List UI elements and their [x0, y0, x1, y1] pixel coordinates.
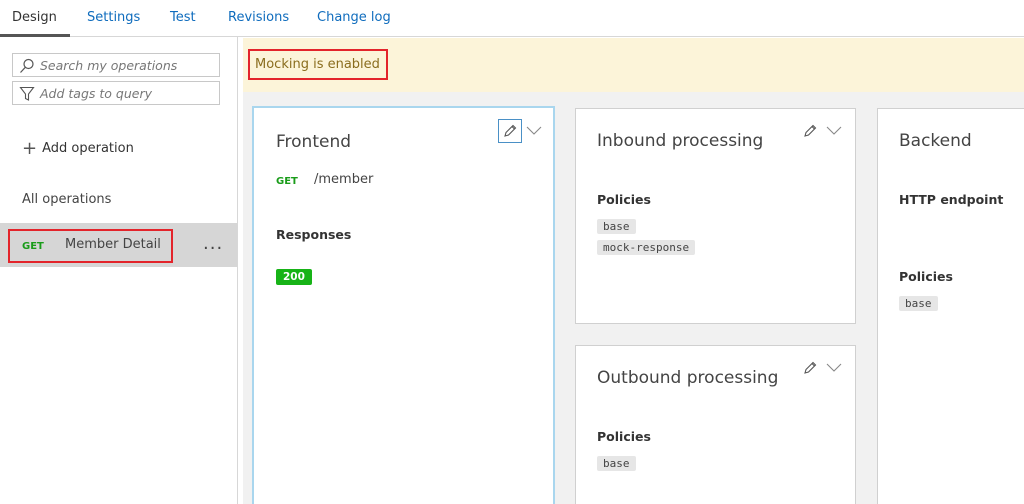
chevron-down-icon[interactable]: [526, 126, 542, 136]
policies-label: Policies: [899, 269, 953, 284]
method-badge: GET: [276, 176, 298, 187]
inbound-processing-card[interactable]: Inbound processing Policies base mock-re…: [575, 108, 856, 324]
card-title: Inbound processing: [597, 131, 764, 151]
mocking-status-text: Mocking is enabled: [255, 57, 380, 72]
mocking-banner: Mocking is enabled: [243, 38, 1024, 92]
policy-tag: base: [597, 219, 636, 234]
filter-icon: [19, 86, 35, 101]
plus-icon: +: [22, 137, 38, 159]
search-icon: [20, 58, 34, 73]
pencil-icon[interactable]: [802, 360, 818, 376]
pencil-icon[interactable]: [802, 123, 818, 139]
tags-placeholder: Add tags to query: [40, 86, 152, 101]
http-endpoint-label: HTTP endpoint: [899, 192, 1004, 207]
frontend-card[interactable]: Frontend GET /member Responses 200: [252, 106, 555, 504]
tab-design[interactable]: Design: [12, 10, 57, 25]
add-operation-label: Add operation: [42, 141, 134, 156]
response-code-badge[interactable]: 200: [276, 269, 312, 285]
policies-label: Policies: [597, 192, 651, 207]
search-operations-input[interactable]: Search my operations: [12, 53, 220, 77]
operation-path: /member: [314, 172, 374, 187]
add-operation-button[interactable]: + Add operation: [22, 137, 134, 159]
operation-item-member-detail[interactable]: GET Member Detail ...: [0, 223, 237, 267]
pencil-icon[interactable]: [502, 123, 518, 139]
backend-card[interactable]: Backend HTTP endpoint Policies base: [877, 108, 1024, 504]
tags-query-input[interactable]: Add tags to query: [12, 81, 220, 105]
chevron-down-icon[interactable]: [826, 126, 842, 136]
tab-settings[interactable]: Settings: [87, 10, 140, 25]
card-title: Frontend: [276, 132, 352, 152]
card-title: Outbound processing: [597, 368, 779, 388]
method-badge: GET: [22, 241, 44, 252]
more-options-icon[interactable]: ...: [203, 233, 223, 254]
all-operations-item[interactable]: All operations: [22, 192, 111, 207]
tab-test[interactable]: Test: [170, 10, 196, 25]
operation-name: Member Detail: [65, 237, 161, 252]
search-placeholder: Search my operations: [40, 58, 178, 73]
policy-tag: mock-response: [597, 240, 696, 255]
card-title: Backend: [899, 131, 972, 151]
chevron-down-icon[interactable]: [826, 363, 842, 373]
policy-tag: base: [899, 296, 938, 311]
tab-change-log[interactable]: Change log: [317, 10, 391, 25]
policies-label: Policies: [597, 429, 651, 444]
design-canvas: Frontend GET /member Responses 200 Inbou…: [243, 92, 1024, 504]
outbound-processing-card[interactable]: Outbound processing Policies base: [575, 345, 856, 504]
policy-tag: base: [597, 456, 636, 471]
responses-label: Responses: [276, 227, 352, 242]
operations-sidebar: Search my operations Add tags to query +…: [0, 37, 238, 504]
tab-revisions[interactable]: Revisions: [228, 10, 289, 25]
tab-bar: Design Settings Test Revisions Change lo…: [0, 0, 1024, 37]
